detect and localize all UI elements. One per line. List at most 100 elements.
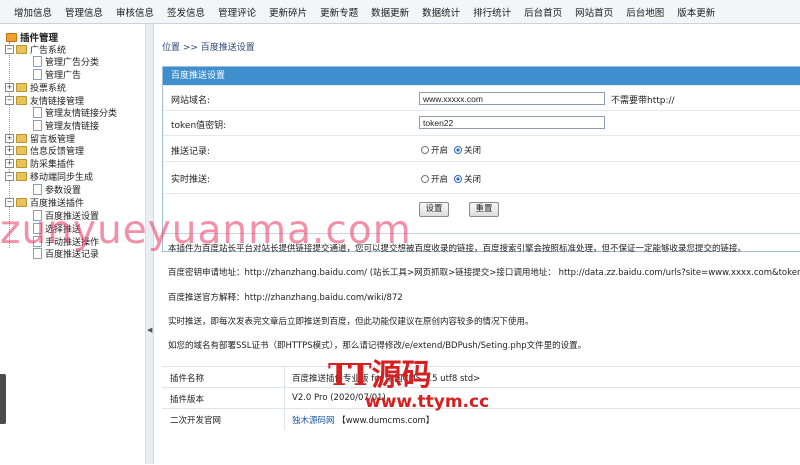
nav-data-stats[interactable]: 数据统计 — [422, 5, 460, 19]
info-official-doc: 百度推送官方解释：http://zhanzhang.baidu.com/wiki… — [168, 293, 403, 303]
token-label: token值密钥: — [171, 121, 227, 131]
side-toolbar-handle[interactable] — [0, 374, 6, 424]
sidebar-item-vote-system[interactable]: + 投票系统 — [5, 81, 66, 94]
collapse-icon[interactable]: − — [5, 172, 14, 181]
sidebar-item-link-category[interactable]: 管理友情链接分类 — [33, 106, 117, 119]
nav-site-home[interactable]: 网站首页 — [575, 5, 613, 19]
sidebar-item-label: 选择推送 — [45, 225, 82, 235]
dev-site-link[interactable]: 独木源码网 — [292, 416, 335, 426]
row-token: token值密钥: — [163, 110, 800, 136]
realtime-off-radio[interactable] — [454, 175, 463, 183]
chevron-left-icon[interactable]: ◀ — [147, 326, 152, 334]
sidebar-item-label: 管理友情链接 — [45, 122, 100, 132]
sidebar-item-label: 信息反馈管理 — [30, 147, 85, 157]
sidebar-item-label: 移动端同步生成 — [30, 173, 94, 183]
sidebar-item-label: 管理广告 — [45, 71, 82, 81]
meta-divider — [284, 409, 285, 430]
sidebar-item-feedback[interactable]: + 信息反馈管理 — [5, 144, 84, 157]
page-icon — [33, 120, 42, 131]
meta-label: 插件名称 — [170, 374, 205, 384]
token-input[interactable] — [419, 116, 605, 129]
nav-update-topics[interactable]: 更新专题 — [320, 5, 358, 19]
settings-panel: 百度推送设置 网站域名: 不需要带http:// token值密钥: 推送记录:… — [162, 66, 800, 252]
sidebar-item-params[interactable]: 参数设置 — [33, 183, 81, 196]
folder-icon — [16, 172, 27, 181]
page-icon — [33, 107, 42, 118]
panel-title: 百度推送设置 — [163, 67, 800, 85]
top-nav: 增加信息 管理信息 审核信息 签发信息 管理评论 更新碎片 更新专题 数据更新 … — [0, 0, 800, 24]
nav-ranking-stats[interactable]: 排行统计 — [473, 5, 511, 19]
folder-icon — [16, 45, 27, 54]
sidebar-item-label: 管理广告分类 — [45, 58, 100, 68]
nav-version-update[interactable]: 版本更新 — [677, 5, 715, 19]
sidebar-item-mobile-sync[interactable]: − 移动端同步生成 — [5, 170, 93, 183]
meta-row-dev-site: 二次开发官网 独木源码网 【www.dumcms.com】 — [162, 408, 800, 430]
sidebar-collapse-bar[interactable]: ◀ — [146, 24, 154, 464]
domain-label: 网站域名: — [171, 96, 211, 106]
info-ssl-note: 如您的域名有部署SSL证书（即HTTPS模式），那么请记得修改/e/extend… — [168, 341, 587, 351]
row-realtime-push: 实时推送: 开启 关闭 — [163, 161, 800, 194]
meta-divider — [284, 388, 285, 409]
nav-review-info[interactable]: 审核信息 — [116, 5, 154, 19]
sidebar-item-label: 参数设置 — [45, 186, 82, 196]
domain-input[interactable] — [419, 92, 605, 105]
dev-site-domain: 【www.dumcms.com】 — [337, 416, 435, 426]
folder-icon — [16, 198, 27, 207]
meta-row-version: 插件版本 V2.0 Pro (2020/07/01) — [162, 387, 800, 409]
folder-icon — [16, 159, 27, 168]
info-description: 本插件为百度站长平台对站长提供链接提交通道，您可以提交想被百度收录的链接，百度搜… — [168, 244, 747, 254]
sidebar-item-ad-category[interactable]: 管理广告分类 — [33, 55, 99, 68]
sidebar-item-select-push[interactable]: 选择推送 — [33, 222, 81, 235]
row-domain: 网站域名: 不需要带http:// — [163, 85, 800, 111]
page-icon — [33, 210, 42, 221]
expand-icon[interactable]: + — [5, 83, 14, 92]
sidebar: 插件管理 − 广告系统 管理广告分类 管理广告 + 投票系统 − 友情链接管理 管理友… — [0, 24, 146, 464]
sidebar-item-push-settings[interactable]: 百度推送设置 — [33, 209, 99, 222]
tree-title: 插件管理 — [6, 30, 58, 44]
push-log-off-radio[interactable] — [454, 146, 463, 154]
meta-divider — [284, 367, 285, 388]
save-button[interactable]: 设置 — [419, 202, 449, 217]
radio-label: 关闭 — [464, 146, 482, 156]
sidebar-item-label: 百度推送记录 — [45, 250, 100, 260]
collapse-icon[interactable]: − — [5, 96, 14, 105]
expand-icon[interactable]: + — [5, 146, 14, 155]
nav-data-update[interactable]: 数据更新 — [371, 5, 409, 19]
expand-icon[interactable]: + — [5, 134, 14, 143]
sidebar-item-label: 管理友情链接分类 — [45, 109, 118, 119]
meta-label: 插件版本 — [170, 395, 205, 405]
meta-value: 百度推送插件专业版 for 帝国CMS 7.5 utf8 std> — [292, 374, 481, 384]
push-log-label: 推送记录: — [171, 147, 211, 157]
push-log-radio-group: 开启 关闭 — [421, 144, 481, 156]
page-icon — [33, 236, 42, 247]
sidebar-item-baidu-push[interactable]: − 百度推送插件 — [5, 196, 84, 209]
domain-hint: 不需要带http:// — [611, 96, 675, 106]
collapse-icon[interactable]: − — [5, 198, 14, 207]
nav-sign-info[interactable]: 签发信息 — [167, 5, 205, 19]
collapse-icon[interactable]: − — [5, 45, 14, 54]
nav-update-fragments[interactable]: 更新碎片 — [269, 5, 307, 19]
expand-icon[interactable]: + — [5, 159, 14, 168]
sidebar-item-label: 百度推送插件 — [30, 199, 85, 209]
realtime-on-radio[interactable] — [421, 175, 429, 183]
nav-admin-map[interactable]: 后台地图 — [626, 5, 664, 19]
sidebar-item-anti-scrape[interactable]: + 防采集插件 — [5, 157, 75, 170]
push-log-on-radio[interactable] — [421, 146, 429, 154]
meta-value: V2.0 Pro (2020/07/01) — [292, 393, 386, 403]
info-realtime-note: 实时推送，即每次发表完文章后立即推送到百度，但此功能仅建议在原创内容较多的情况下… — [168, 317, 534, 327]
radio-label: 关闭 — [464, 175, 482, 185]
sidebar-item-link-manage[interactable]: 管理友情链接 — [33, 119, 99, 132]
plugin-info: 本插件为百度站长平台对站长提供链接提交通道，您可以提交想被百度收录的链接，百度搜… — [162, 233, 800, 465]
radio-label: 开启 — [431, 175, 449, 185]
nav-add-info[interactable]: 增加信息 — [14, 5, 52, 19]
nav-manage-info[interactable]: 管理信息 — [65, 5, 103, 19]
nav-admin-home[interactable]: 后台首页 — [524, 5, 562, 19]
page-icon — [33, 69, 42, 80]
sidebar-item-ad-manage[interactable]: 管理广告 — [33, 68, 81, 81]
reset-button[interactable]: 重置 — [469, 202, 499, 217]
sidebar-item-push-log[interactable]: 百度推送记录 — [33, 247, 99, 260]
page-icon — [33, 248, 42, 259]
nav-manage-comments[interactable]: 管理评论 — [218, 5, 256, 19]
meta-row-name: 插件名称 百度推送插件专业版 for 帝国CMS 7.5 utf8 std> — [162, 366, 800, 388]
realtime-push-label: 实时推送: — [171, 175, 211, 185]
